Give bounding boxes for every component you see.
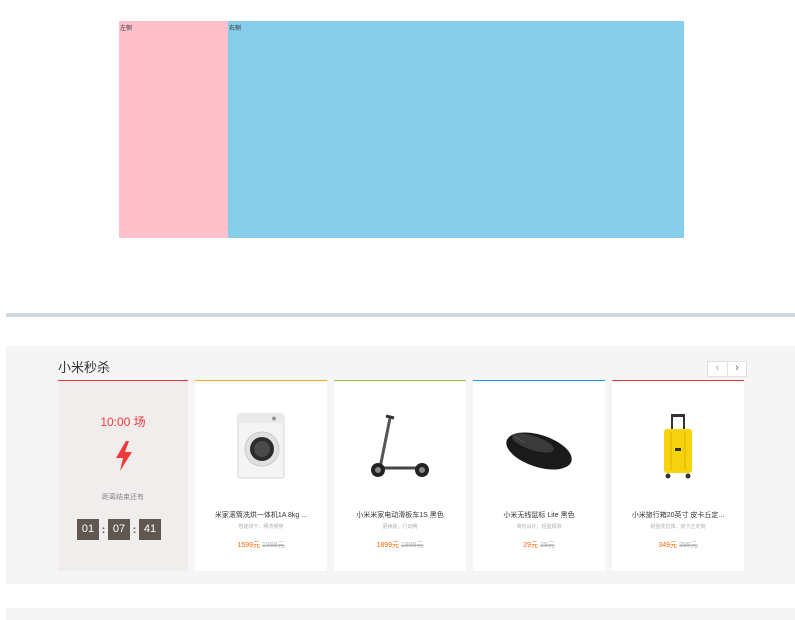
colon-separator: : [101, 523, 106, 536]
section-divider [6, 313, 795, 317]
suitcase-icon [664, 414, 692, 479]
countdown-timer: 01 : 07 : 41 [77, 519, 161, 540]
product-name[interactable]: 米家滚筒洗烘一体机1A 8kg ... [199, 510, 323, 520]
countdown-minutes: 07 [108, 519, 130, 540]
sale-price: 1899元 [376, 542, 399, 549]
countdown-seconds: 41 [139, 519, 161, 540]
sale-price: 1599元 [237, 542, 260, 549]
prev-button[interactable]: ‹ [708, 362, 727, 376]
countdown-card: 10:00 场 距离结束还有 01 : 07 : 41 [58, 380, 188, 571]
left-panel-label: 左侧 [120, 26, 133, 32]
next-section [6, 608, 795, 620]
product-description: 智能烘干，哪洗哪穿 [238, 524, 284, 530]
sale-price: 29元 [523, 542, 538, 549]
product-price: 1599元 1999元 [195, 540, 327, 550]
pager: ‹ › [707, 361, 747, 377]
mouse-icon [506, 432, 572, 470]
section-title: 小米秒杀 [58, 360, 111, 375]
product-description: 简约设计，轻盈顺滑 [516, 524, 562, 530]
product-description: 更续航，行动畅 [382, 524, 418, 530]
product-description: 耐刮花抗摔，皮卡丘定制 [650, 524, 706, 530]
product-name[interactable]: 小米旅行箱20英寸 皮卡丘定... [616, 510, 740, 520]
flash-sale-section: 小米秒杀 ‹ › 10:00 场 距离结束还有 01 : 07 : 41 米家滚… [6, 346, 795, 584]
sale-price: 349元 [658, 542, 677, 549]
washing-machine-icon [237, 413, 285, 479]
session-time: 10:00 场 [100, 415, 146, 429]
product-price: 29元 39元 [473, 540, 605, 550]
product-name[interactable]: 小米无线鼠标 Lite 黑色 [477, 510, 601, 520]
flash-sale-cards: 10:00 场 距离结束还有 01 : 07 : 41 米家滚筒洗烘一体机1A … [58, 380, 744, 571]
countdown-hours: 01 [77, 519, 99, 540]
product-card[interactable]: 小米米家电动滑板车1S 黑色 更续航，行动畅 1899元 1999元 [334, 380, 466, 571]
right-panel-label: 右侧 [229, 26, 242, 32]
countdown-label: 距离结束还有 [102, 494, 144, 501]
product-price: 1899元 1999元 [334, 540, 466, 550]
product-card[interactable]: 小米旅行箱20英寸 皮卡丘定... 耐刮花抗摔，皮卡丘定制 349元 399元 [612, 380, 744, 571]
lightning-icon [116, 441, 132, 471]
colon-separator: : [132, 523, 137, 536]
scooter-icon [371, 414, 429, 477]
product-price: 349元 399元 [612, 540, 744, 550]
product-name[interactable]: 小米米家电动滑板车1S 黑色 [338, 510, 462, 520]
original-price: 1999元 [401, 542, 424, 549]
product-card[interactable]: 米家滚筒洗烘一体机1A 8kg ... 智能烘干，哪洗哪穿 1599元 1999元 [195, 380, 327, 571]
right-panel: 右侧 [228, 21, 684, 238]
original-price: 39元 [540, 542, 555, 549]
original-price: 399元 [679, 542, 698, 549]
product-card[interactable]: 小米无线鼠标 Lite 黑色 简约设计，轻盈顺滑 29元 39元 [473, 380, 605, 571]
demo-layout: 左侧 右侧 [119, 21, 684, 238]
original-price: 1999元 [262, 542, 285, 549]
left-panel: 左侧 [119, 21, 228, 238]
next-button[interactable]: › [727, 362, 746, 376]
